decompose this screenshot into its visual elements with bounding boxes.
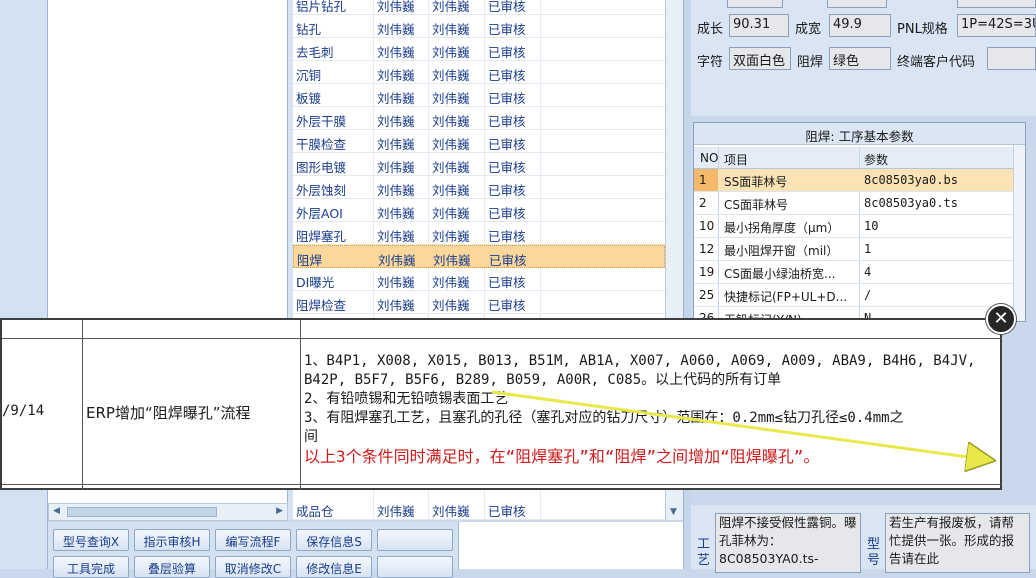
horizontal-scrollbar[interactable]: ◀ ▶ [48,503,288,521]
model-query-button[interactable]: 型号查询X [53,529,129,551]
craft-memo[interactable]: 阻焊不接受假性露铜。曝孔菲林为：8C08503YA0.ts- [715,513,861,573]
instruction-review-button[interactable]: 指示审核H [134,529,210,551]
write-flow-button[interactable]: 编写流程F [215,529,291,551]
craft-label: 工艺 [697,537,711,568]
edit-info-button[interactable]: 修改信息E [296,556,372,578]
remarks-panel: 工艺 阻焊不接受假性露铜。曝孔菲林为：8C08503YA0.ts- 型号 若生产… [691,505,1036,573]
annotation-arrow-layer [491,390,1036,569]
model-label: 型号 [867,537,881,568]
tool-complete-button[interactable]: 工具完成 [53,556,129,578]
scroll-right-icon[interactable]: ▶ [276,506,283,516]
annotation-arrow [491,390,990,460]
scrollbar-thumb[interactable] [67,507,217,517]
action-button-bar: 型号查询X 指示审核H 编写流程F 保存信息S 工具完成 叠层验算 取消修改C … [48,522,458,578]
scroll-left-icon[interactable]: ◀ [53,506,60,516]
stackup-check-button[interactable]: 叠层验算 [134,556,210,578]
cancel-edit-button[interactable]: 取消修改C [215,556,291,578]
save-info-button[interactable]: 保存信息S [296,529,372,551]
extra-button-2[interactable] [377,556,453,578]
blank-area [458,522,683,569]
extra-button[interactable] [377,529,453,551]
close-icon[interactable]: ✕ [986,304,1016,334]
model-memo[interactable]: 若生产有报废板，请帮忙提供一张。形成的报告请在此 [885,513,1030,573]
